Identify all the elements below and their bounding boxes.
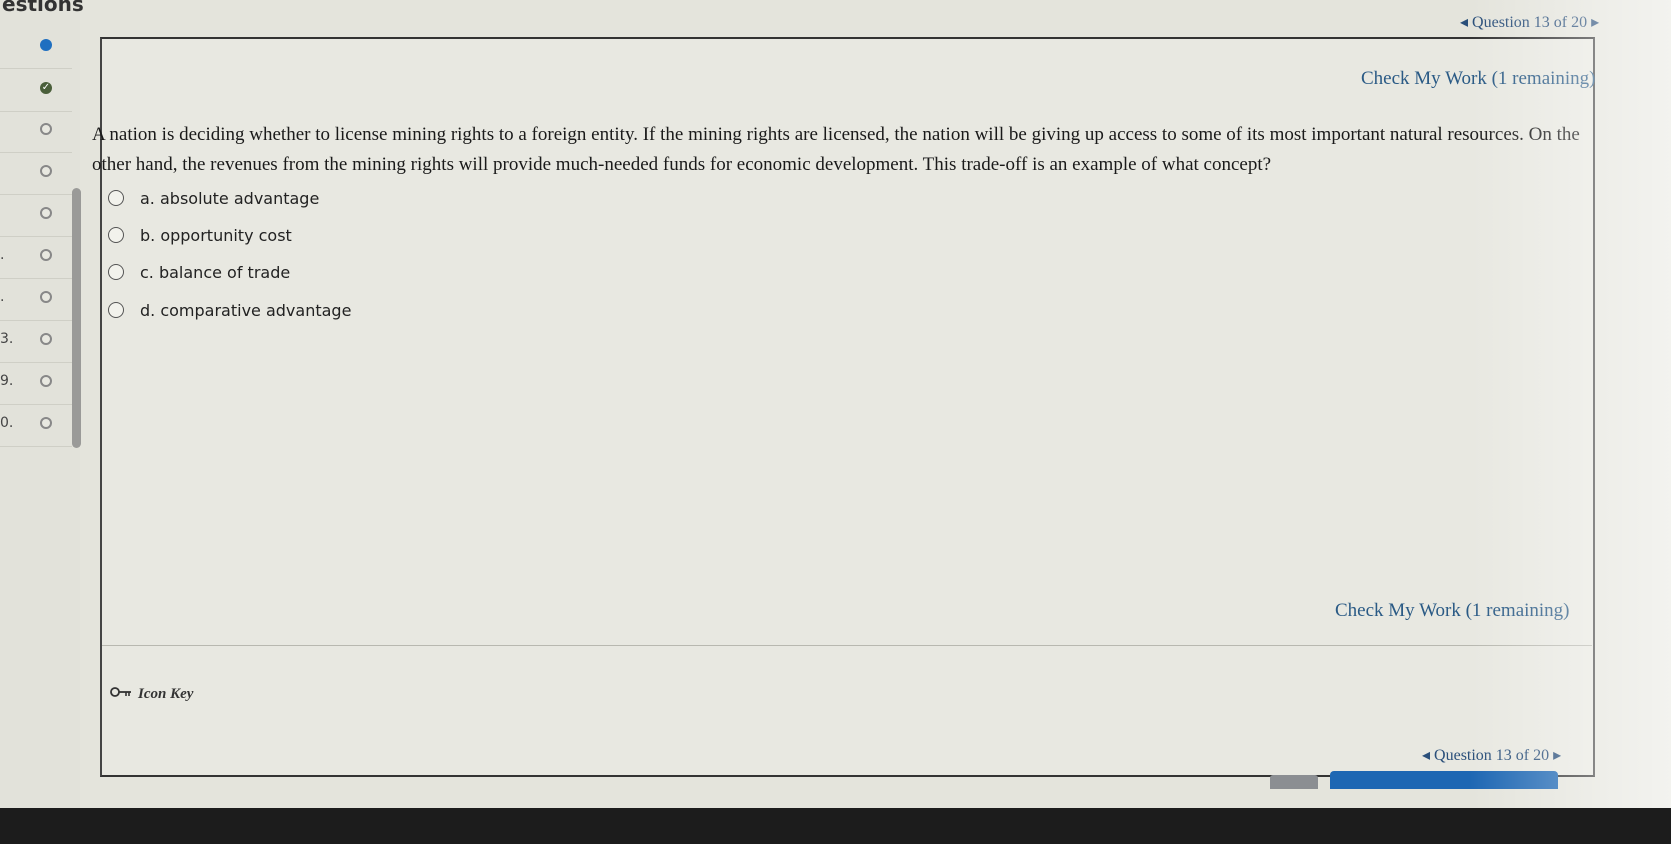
question-item[interactable] [0,151,72,195]
question-nav-label: Question 13 of 20 [1434,747,1550,764]
question-number: 3. [0,331,14,347]
question-nav-bottom[interactable]: ◂ Question 13 of 20 ▸ [1422,745,1561,765]
option-label: d. comparative advantage [140,300,352,320]
question-number: . [0,289,5,305]
question-number: 0. [0,415,14,431]
empty-circle-icon [40,291,52,303]
empty-circle-icon [40,375,52,387]
check-circle-icon: ✓ [40,82,52,94]
screen-bezel [0,808,1671,844]
next-arrow-icon[interactable]: ▸ [1553,747,1561,764]
empty-circle-icon [40,249,52,261]
question-nav-label: Question 13 of 20 [1472,14,1588,31]
empty-circle-icon [40,417,52,429]
icon-key[interactable]: Icon Key [110,686,193,703]
question-nav-top[interactable]: ◂ Question 13 of 20 ▸ [1460,12,1599,32]
question-item[interactable]: 0. [0,403,72,447]
radio-button[interactable] [108,302,124,318]
question-item[interactable]: 9. [0,361,72,405]
panel-header: estions [2,0,84,16]
prev-arrow-icon[interactable]: ◂ [1422,747,1430,764]
empty-circle-icon [40,333,52,345]
radio-button[interactable] [108,264,124,280]
icon-key-label: Icon Key [138,686,194,702]
key-icon [110,686,132,703]
question-item[interactable] [0,193,72,237]
question-item[interactable]: . [0,235,72,279]
option-d[interactable]: d. comparative advantage [108,298,351,322]
question-number: 9. [0,373,14,389]
current-dot-icon [40,39,52,51]
option-label: c. balance of trade [140,262,291,282]
option-label: b. opportunity cost [140,225,292,245]
question-item[interactable]: 3. [0,319,72,363]
option-label: a. absolute advantage [140,188,320,208]
question-item[interactable]: . [0,277,72,321]
sidebar-scrollbar[interactable] [72,188,81,448]
divider [102,645,1592,646]
empty-circle-icon [40,165,52,177]
option-c[interactable]: c. balance of trade [108,260,290,284]
empty-circle-icon [40,123,52,135]
question-list-panel: estions ✓ . . 3. 9. 0. [0,0,84,820]
question-item[interactable]: ✓ [0,68,72,112]
prev-arrow-icon[interactable]: ◂ [1460,14,1468,31]
radio-button[interactable] [108,190,124,206]
secondary-button[interactable] [1270,775,1318,789]
primary-button[interactable] [1330,771,1558,789]
option-a[interactable]: a. absolute advantage [108,186,319,210]
check-my-work-bottom-link[interactable]: Check My Work (1 remaining) [1335,600,1570,622]
next-arrow-icon[interactable]: ▸ [1591,14,1599,31]
question-text: A nation is deciding whether to license … [92,124,1580,175]
question-item[interactable] [0,25,72,69]
option-b[interactable]: b. opportunity cost [108,223,292,247]
question-item[interactable] [0,109,72,153]
radio-button[interactable] [108,227,124,243]
check-my-work-top-link[interactable]: Check My Work (1 remaining) [1361,68,1596,90]
question-number: . [0,247,5,263]
empty-circle-icon [40,207,52,219]
